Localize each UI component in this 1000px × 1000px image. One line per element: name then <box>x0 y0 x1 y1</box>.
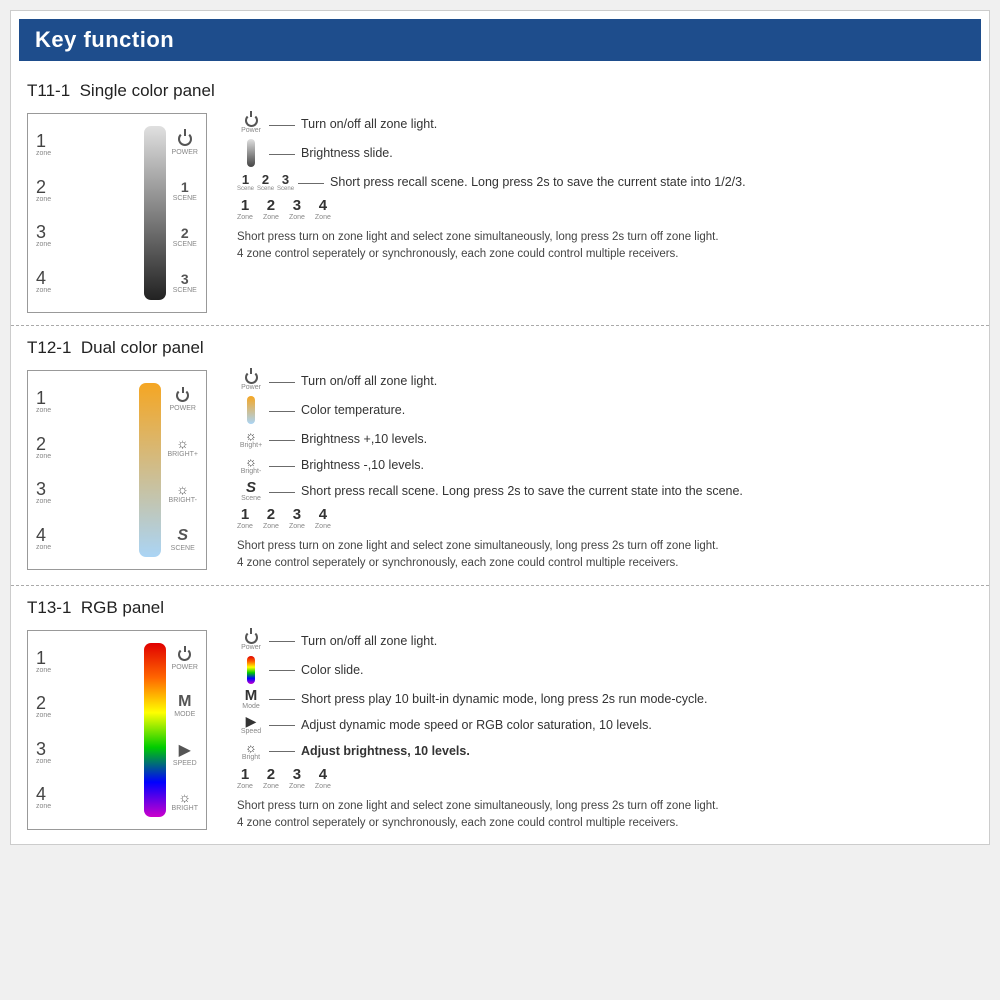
t13-desc-color: —— Color slide. <box>237 656 973 684</box>
t12-slider <box>139 379 161 561</box>
t13-zones: 1 zone 2 zone 3 zone 4 zone <box>36 639 138 821</box>
t12-slider-bar <box>139 383 161 557</box>
section-t12-title: T12-1 Dual color panel <box>27 338 973 358</box>
t11-desc-zones: 1 Zone 2 Zone 3 Zone 4 Z <box>237 197 973 221</box>
section-t11-content: 1 zone 2 zone 3 zone 4 zone <box>27 113 973 313</box>
t13-desc-colorslide-icon <box>237 656 265 684</box>
t12-zones: 1 zone 2 zone 3 zone 4 zone <box>36 379 133 561</box>
t13-desc-bright-icon: ☼ Bright <box>237 741 265 761</box>
t12-right-icons: POWER ☼ BRIGHT+ ☼ BRIGHT- S SCENE <box>167 379 198 561</box>
t11-zone-4: 4 zone <box>36 269 138 294</box>
section-t13: T13-1 RGB panel 1 zone 2 zone 3 zone <box>11 586 989 845</box>
t11-zone-1: 1 zone <box>36 132 138 157</box>
t11-zones: 1 zone 2 zone 3 zone 4 zone <box>36 122 138 304</box>
t11-desc-scene-icon: 1 Scene 2 Scene 3 Scene <box>237 173 294 192</box>
page-title: Key function <box>35 27 965 53</box>
t13-desc-power: Power —— Turn on/off all zone light. <box>237 630 973 652</box>
t12-panel-box: 1 zone 2 zone 3 zone 4 zone <box>27 370 207 570</box>
section-t12-content: 1 zone 2 zone 3 zone 4 zone <box>27 370 973 573</box>
t11-right-icons: POWER 1 SCENE 2 SCENE 3 SCENE <box>172 122 198 304</box>
t11-desc-scene: 1 Scene 2 Scene 3 Scene <box>237 171 973 193</box>
t12-scene-s-icon: S SCENE <box>171 527 195 552</box>
t12-descriptions: Power —— Turn on/off all zone light. —— … <box>237 370 973 573</box>
t13-paragraph: Short press turn on zone light and selec… <box>237 798 973 833</box>
section-t11: T11-1 Single color panel 1 zone 2 zone 3… <box>11 69 989 326</box>
t13-slider-bar <box>144 643 166 817</box>
t11-slider-bar <box>144 126 166 300</box>
section-t13-title: T13-1 RGB panel <box>27 598 973 618</box>
t13-panel-box: 1 zone 2 zone 3 zone 4 zone <box>27 630 207 830</box>
t13-power-icon: POWER <box>172 648 198 671</box>
t12-desc-brightminus-icon: ☼ Bright- <box>237 455 265 475</box>
section-t13-content: 1 zone 2 zone 3 zone 4 zone <box>27 630 973 833</box>
t11-descriptions: Power —— Turn on/off all zone light. —— … <box>237 113 973 264</box>
main-page: Key function T11-1 Single color panel 1 … <box>10 10 990 845</box>
t12-desc-bright-plus: ☼ Bright+ —— Brightness +,10 levels. <box>237 428 973 450</box>
t13-desc-bright: ☼ Bright —— Adjust brightness, 10 levels… <box>237 740 973 762</box>
t13-bright-icon: ☼ BRIGHT <box>172 789 198 812</box>
t12-desc-brightplus-icon: ☼ Bright+ <box>237 429 265 449</box>
t11-paragraph: Short press turn on zone light and selec… <box>237 229 973 264</box>
t11-desc-power: Power —— Turn on/off all zone light. <box>237 113 973 135</box>
section-t12: T12-1 Dual color panel 1 zone 2 zone 3 z… <box>11 326 989 586</box>
t12-desc-colortemp: —— Color temperature. <box>237 396 973 424</box>
t13-desc-mode: M Mode —— Short press play 10 built-in d… <box>237 688 973 710</box>
t12-desc-power-icon: Power <box>237 371 265 391</box>
t13-desc-mode-icon: M Mode <box>237 688 265 710</box>
t11-desc-brightness-icon <box>237 139 265 167</box>
t12-paragraph: Short press turn on zone light and selec… <box>237 538 973 573</box>
t12-bright-plus-icon: ☼ BRIGHT+ <box>167 435 198 458</box>
t11-power-icon: POWER <box>172 132 198 156</box>
t13-right-icons: POWER M MODE ▶ SPEED ☼ BRIGHT <box>172 639 198 821</box>
t12-power-icon: POWER <box>170 389 196 412</box>
t12-desc-power: Power —— Turn on/off all zone light. <box>237 370 973 392</box>
t11-panel-box: 1 zone 2 zone 3 zone 4 zone <box>27 113 207 313</box>
t12-desc-colortemp-icon <box>237 396 265 424</box>
t12-desc-bright-minus: ☼ Bright- —— Brightness -,10 levels. <box>237 454 973 476</box>
t11-desc-power-icon: Power <box>237 114 265 134</box>
t11-zone-3: 3 zone <box>36 223 138 248</box>
section-t11-title: T11-1 Single color panel <box>27 81 973 101</box>
t12-desc-scene: S Scene —— Short press recall scene. Lon… <box>237 480 973 502</box>
t13-slider <box>144 639 166 821</box>
t12-desc-zones: 1 Zone 2 Zone 3 Zone 4 Z <box>237 506 973 530</box>
t11-scene-2-icon: 2 SCENE <box>173 225 197 248</box>
header-bar: Key function <box>19 19 981 61</box>
t13-descriptions: Power —— Turn on/off all zone light. —— … <box>237 630 973 833</box>
t13-desc-speed-icon: ▶ Speed <box>237 714 265 735</box>
t13-desc-speed: ▶ Speed —— Adjust dynamic mode speed or … <box>237 714 973 736</box>
t13-speed-icon: ▶ SPEED <box>173 740 197 767</box>
t12-desc-scene-icon: S Scene <box>237 480 265 502</box>
t13-desc-power-icon: Power <box>237 631 265 651</box>
t11-desc-brightness: —— Brightness slide. <box>237 139 973 167</box>
t13-mode-m-icon: M MODE <box>174 693 195 718</box>
t11-zone-2: 2 zone <box>36 178 138 203</box>
t11-slider <box>144 122 166 304</box>
t13-desc-zones: 1 Zone 2 Zone 3 Zone 4 Z <box>237 766 973 790</box>
t12-bright-minus-icon: ☼ BRIGHT- <box>169 481 197 504</box>
t11-scene-1-icon: 1 SCENE <box>173 179 197 202</box>
t11-scene-3-icon: 3 SCENE <box>173 271 197 294</box>
